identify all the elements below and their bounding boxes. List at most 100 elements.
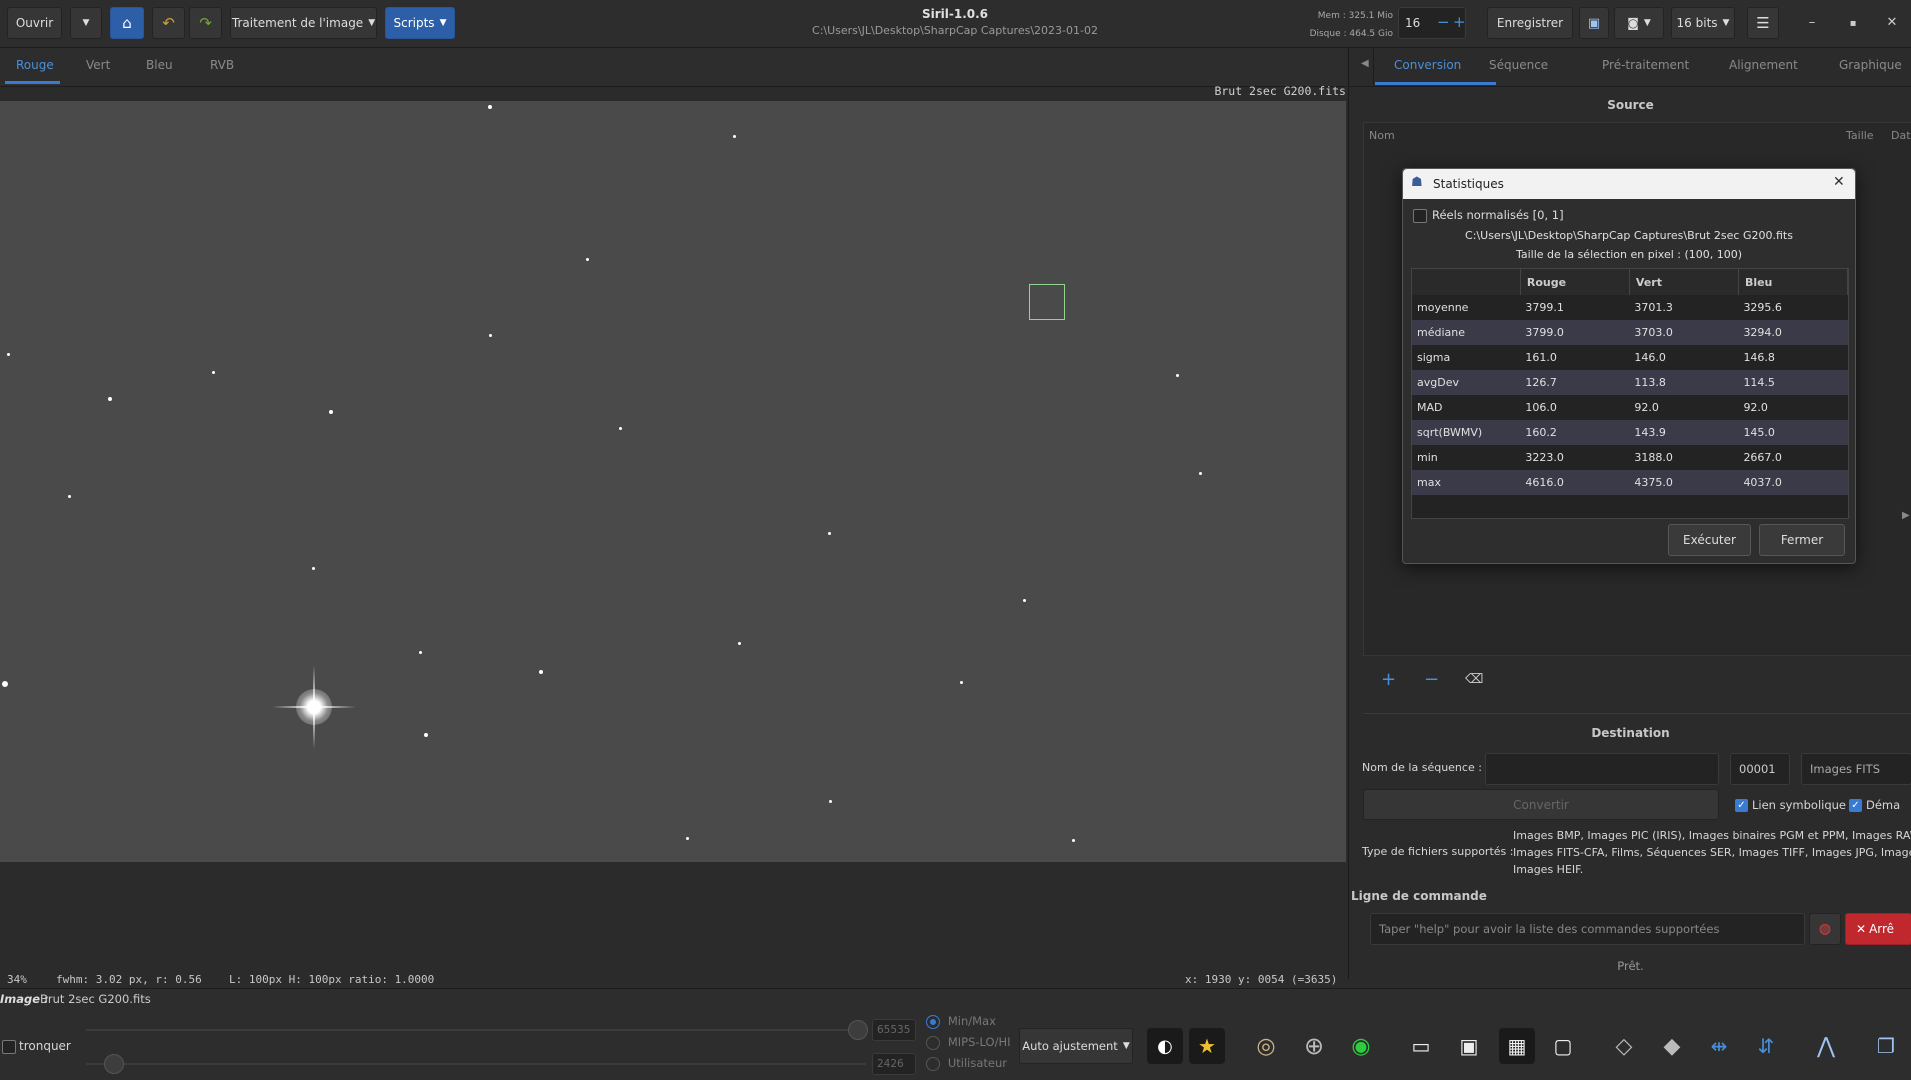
stop-button[interactable]: ✕ Arrê bbox=[1845, 913, 1911, 945]
table-row[interactable]: MAD 106.0 92.0 92.0 bbox=[1412, 395, 1848, 420]
save-as-button[interactable]: ▣ bbox=[1579, 7, 1609, 39]
star-icon: ★ bbox=[1198, 1034, 1216, 1058]
expand-panel-icon[interactable]: ▶ bbox=[1902, 510, 1910, 521]
tab-preprocessing[interactable]: Pré-traitement bbox=[1602, 58, 1689, 72]
close-icon[interactable]: ✕ bbox=[1833, 174, 1845, 190]
selection-readout: L: 100px H: 100px ratio: 1.0000 bbox=[229, 973, 435, 986]
column-header-label[interactable] bbox=[1412, 269, 1521, 295]
scale-radio-user[interactable]: Utilisateur bbox=[926, 1056, 1007, 1071]
save-button[interactable]: Enregistrer bbox=[1487, 7, 1573, 39]
command-input[interactable]: Taper "help" pour avoir la liste des com… bbox=[1370, 913, 1805, 945]
maximize-button[interactable]: ▪ bbox=[1838, 9, 1868, 37]
scripts-menu[interactable]: Scripts ▼ bbox=[385, 7, 455, 39]
rotate-left-button[interactable]: ◇ bbox=[1606, 1028, 1642, 1064]
tab-green[interactable]: Vert bbox=[86, 58, 110, 72]
minus-icon[interactable]: − bbox=[1437, 13, 1450, 31]
table-row[interactable]: médiane 3799.0 3703.0 3294.0 bbox=[1412, 320, 1848, 345]
add-files-icon[interactable]: + bbox=[1381, 669, 1396, 690]
column-name[interactable]: Nom bbox=[1369, 129, 1395, 142]
undo-button[interactable]: ↶ bbox=[152, 7, 185, 39]
histogram-button[interactable]: ⋀ bbox=[1808, 1028, 1844, 1064]
image-area-padding bbox=[0, 862, 1346, 970]
open-button[interactable]: Ouvrir bbox=[7, 7, 62, 39]
table-row[interactable]: min 3223.0 3188.0 2667.0 bbox=[1412, 445, 1848, 470]
false-color-button[interactable]: ★ bbox=[1189, 1028, 1225, 1064]
home-button[interactable]: ⌂ bbox=[110, 7, 144, 39]
stats-button[interactable]: ▭ bbox=[1403, 1028, 1439, 1064]
sequence-name-input[interactable] bbox=[1485, 753, 1719, 785]
convert-button[interactable]: Convertir bbox=[1363, 789, 1719, 820]
photometry-button[interactable]: ◉ bbox=[1343, 1028, 1379, 1064]
crop-button[interactable]: ▣ bbox=[1451, 1028, 1487, 1064]
tab-blue[interactable]: Bleu bbox=[146, 58, 173, 72]
table-row[interactable]: sigma 161.0 146.0 146.8 bbox=[1412, 345, 1848, 370]
normalized-checkbox[interactable]: Réels normalisés [0, 1] bbox=[1413, 208, 1564, 223]
column-header[interactable]: Vert bbox=[1629, 269, 1739, 295]
clear-list-icon[interactable]: ⌫ bbox=[1465, 672, 1483, 687]
plus-icon[interactable]: + bbox=[1453, 13, 1466, 31]
main-menu-button[interactable]: ☰ bbox=[1747, 7, 1779, 39]
selection-rectangle[interactable] bbox=[1029, 284, 1065, 320]
collapse-panel-icon[interactable]: ◀ bbox=[1361, 58, 1369, 69]
low-slider-handle[interactable] bbox=[104, 1054, 124, 1074]
open-recent-dropdown[interactable]: ▼ bbox=[70, 7, 102, 39]
star bbox=[1023, 599, 1026, 602]
high-value-field[interactable]: 65535 bbox=[872, 1019, 916, 1041]
check-icon: ✓ bbox=[1849, 799, 1862, 812]
app-title: Siril-1.0.6 bbox=[921, 7, 989, 21]
chevron-down-icon: ▼ bbox=[368, 18, 376, 28]
image-canvas[interactable] bbox=[0, 101, 1346, 862]
table-row[interactable]: sqrt(BWMV) 160.2 143.9 145.0 bbox=[1412, 420, 1848, 445]
tab-sequence[interactable]: Séquence bbox=[1489, 58, 1548, 72]
mirror-x-button[interactable]: ⇹ bbox=[1701, 1028, 1737, 1064]
high-slider[interactable] bbox=[86, 1029, 866, 1031]
invert-button[interactable]: ◐ bbox=[1147, 1028, 1183, 1064]
mirror-y-button[interactable]: ⇵ bbox=[1748, 1028, 1784, 1064]
symlink-checkbox[interactable]: ✓ Lien symbolique bbox=[1735, 798, 1846, 812]
rotate-right-button[interactable]: ◆ bbox=[1654, 1028, 1690, 1064]
low-slider[interactable] bbox=[86, 1063, 866, 1065]
star bbox=[424, 733, 428, 737]
tab-conversion[interactable]: Conversion bbox=[1394, 58, 1461, 72]
run-button[interactable]: Exécuter bbox=[1668, 524, 1751, 556]
info-button[interactable]: ▢ bbox=[1545, 1028, 1581, 1064]
status-bar: 34% fwhm: 3.02 px, r: 0.56 L: 100px H: 1… bbox=[0, 971, 1346, 989]
scale-radio-minmax[interactable]: Min/Max bbox=[926, 1014, 996, 1029]
debayer-checkbox[interactable]: ✓ Déma bbox=[1849, 798, 1900, 812]
table-row[interactable]: avgDev 126.7 113.8 114.5 bbox=[1412, 370, 1848, 395]
minimize-button[interactable]: – bbox=[1797, 9, 1827, 37]
image-list-button[interactable]: ❐ bbox=[1868, 1028, 1904, 1064]
clip-checkbox[interactable] bbox=[2, 1040, 16, 1054]
annotate-button[interactable]: ◎ bbox=[1248, 1028, 1284, 1064]
stretch-dropdown[interactable]: Auto ajustement ▼ bbox=[1019, 1028, 1133, 1064]
frame-button[interactable]: ▦ bbox=[1499, 1028, 1535, 1064]
output-format-select[interactable]: Images FITS bbox=[1801, 753, 1911, 785]
column-size[interactable]: Taille bbox=[1846, 129, 1874, 142]
plate-solve-button[interactable]: ⊕ bbox=[1296, 1028, 1332, 1064]
redo-button[interactable]: ↷ bbox=[189, 7, 222, 39]
tab-registration[interactable]: Alignement bbox=[1729, 58, 1798, 72]
scale-radio-mips[interactable]: MIPS-LO/HI bbox=[926, 1035, 1011, 1050]
tab-rgb[interactable]: RVB bbox=[210, 58, 234, 72]
bitdepth-menu[interactable]: 16 bits ▼ bbox=[1671, 7, 1735, 39]
redo-icon: ↷ bbox=[199, 14, 212, 32]
high-slider-handle[interactable] bbox=[848, 1020, 868, 1040]
column-header[interactable]: Bleu bbox=[1738, 269, 1849, 295]
column-header[interactable]: Rouge bbox=[1520, 269, 1630, 295]
remove-files-icon[interactable]: − bbox=[1424, 669, 1439, 690]
table-row[interactable]: max 4616.0 4375.0 4037.0 bbox=[1412, 470, 1848, 495]
snapshot-button[interactable]: ◙ ▼ bbox=[1614, 7, 1664, 39]
column-date[interactable]: Dat bbox=[1891, 129, 1911, 142]
stop-icon: ✕ bbox=[1856, 922, 1867, 936]
low-value-field[interactable]: 2426 bbox=[872, 1053, 916, 1075]
close-window-button[interactable]: ✕ bbox=[1877, 9, 1907, 37]
tab-red[interactable]: Rouge bbox=[16, 58, 54, 72]
table-row[interactable]: moyenne 3799.1 3701.3 3295.6 bbox=[1412, 295, 1848, 320]
image-processing-menu[interactable]: Traitement de l'image ▼ bbox=[230, 7, 377, 39]
close-button[interactable]: Fermer bbox=[1759, 524, 1845, 556]
sequence-number-input[interactable]: 00001 bbox=[1730, 753, 1790, 785]
tab-plot[interactable]: Graphique bbox=[1839, 58, 1902, 72]
stat-value: 3294.0 bbox=[1738, 320, 1848, 345]
threads-spinner[interactable]: 16 − + bbox=[1398, 7, 1466, 39]
help-button[interactable]: ◍ bbox=[1809, 913, 1841, 945]
